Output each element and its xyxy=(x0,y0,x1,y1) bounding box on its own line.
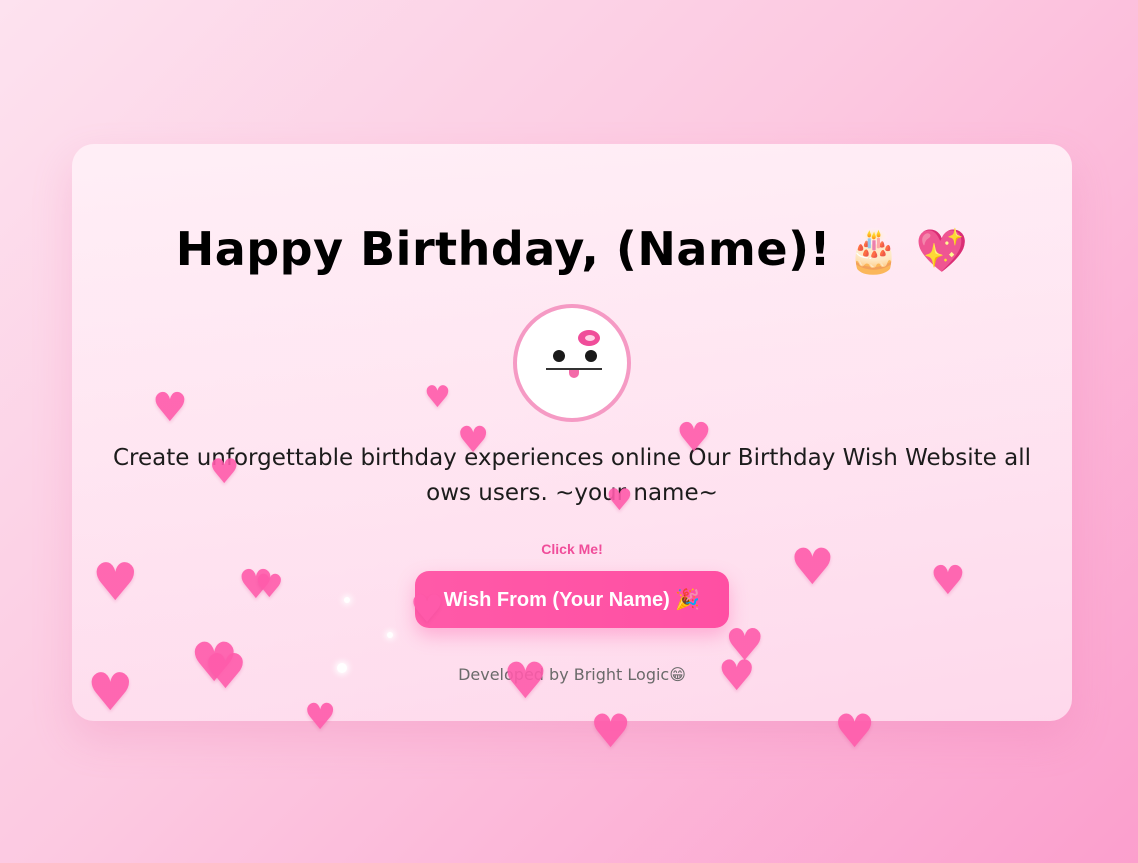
title-text: Happy Birthday, (Name)! xyxy=(175,222,832,276)
cake-heart-icon: 🎂 💖 xyxy=(847,226,969,275)
right-eye xyxy=(585,350,597,362)
bow-icon xyxy=(578,330,600,346)
wish-button[interactable]: Wish From (Your Name) 🎉 xyxy=(415,571,729,628)
page-title: Happy Birthday, (Name)! 🎂 💖 xyxy=(72,222,1072,276)
kitty-face-icon xyxy=(513,304,631,422)
click-hint: Click Me! xyxy=(541,541,603,557)
birthday-message: Create unforgettable birthday experience… xyxy=(113,445,1031,506)
left-eye xyxy=(553,350,565,362)
birthday-card: Happy Birthday, (Name)! 🎂 💖 Create unfor… xyxy=(72,144,1072,721)
nose xyxy=(569,370,579,378)
footer-credit: Developed by Bright Logic😁 xyxy=(458,665,686,684)
